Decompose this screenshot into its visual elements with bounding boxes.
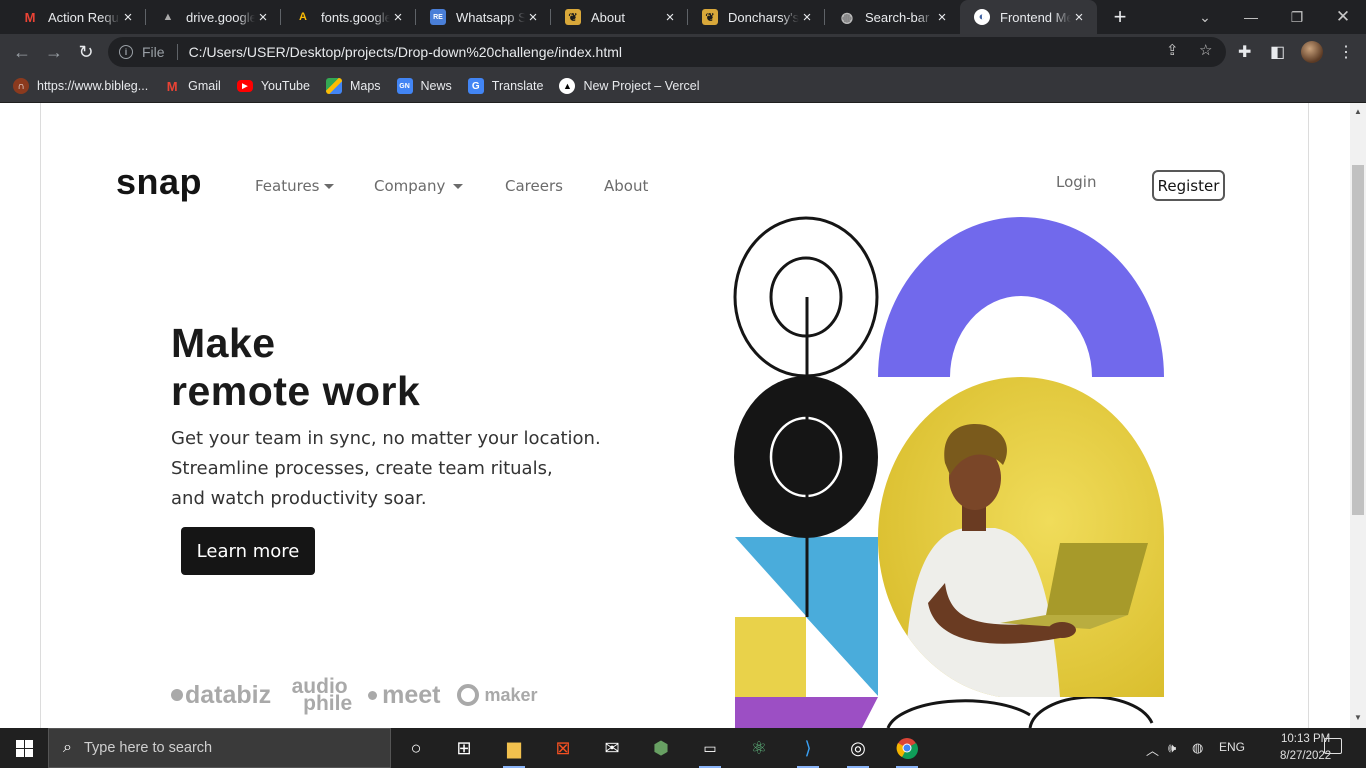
file-explorer-icon[interactable]: ▆ <box>499 734 529 768</box>
obs-icon[interactable]: ◎ <box>843 734 873 768</box>
site-icon: ❦ <box>702 9 718 25</box>
start-button[interactable] <box>0 728 48 768</box>
page-scrollbar[interactable]: ▲ ▼ <box>1350 103 1366 728</box>
translate-icon: G <box>467 78 484 94</box>
close-icon[interactable]: × <box>255 9 271 26</box>
bookmarks-bar: ∩ https://www.bibleg... M Gmail ▶ YouTub… <box>0 70 1366 103</box>
store-icon[interactable]: ⊠ <box>548 734 578 762</box>
forward-arrow-icon[interactable]: → <box>42 40 66 64</box>
close-icon[interactable]: × <box>120 9 136 26</box>
bookmark-gmail[interactable]: M Gmail <box>164 78 221 94</box>
tab-search-bar[interactable]: ◍ Search-bar × <box>825 0 960 34</box>
notification-icon[interactable] <box>1324 738 1342 754</box>
close-icon[interactable]: × <box>799 9 815 26</box>
info-icon[interactable]: i <box>119 45 133 59</box>
gmail-icon: M <box>166 78 178 94</box>
person-photo <box>878 377 1164 697</box>
nodejs-icon[interactable]: ⬢ <box>646 734 676 762</box>
vercel-icon: ▲ <box>559 78 576 94</box>
bookmark-maps[interactable]: Maps <box>325 78 381 94</box>
bookmark-star-icon[interactable]: ☆ <box>1199 41 1212 59</box>
tab-fonts[interactable]: A fonts.google.c × <box>281 0 416 34</box>
youtube-icon: ▶ <box>236 80 253 92</box>
site-icon: ❦ <box>565 9 581 25</box>
close-window-button[interactable]: ✕ <box>1320 0 1366 34</box>
new-tab-button[interactable]: + <box>1108 4 1132 30</box>
close-icon[interactable]: × <box>1071 9 1087 26</box>
bottom-arc-shape <box>886 699 1031 728</box>
tab-action-required[interactable]: M Action Requir × <box>8 0 146 34</box>
tab-doncharsy[interactable]: ❦ Doncharsy's S × <box>688 0 825 34</box>
chrome-icon[interactable] <box>892 734 922 768</box>
volume-icon[interactable]: 🕪 <box>1168 740 1176 756</box>
hero-illustration <box>733 216 1164 728</box>
bookmark-youtube[interactable]: ▶ YouTube <box>236 79 310 93</box>
vscode-icon[interactable]: ⟩ <box>793 734 823 768</box>
share-icon[interactable]: ⇪ <box>1166 41 1179 59</box>
news-icon: GN <box>396 78 413 94</box>
bookmark-vercel[interactable]: ▲ New Project – Vercel <box>559 78 699 94</box>
url-text[interactable]: C:/Users/USER/Desktop/projects/Drop-down… <box>189 44 622 60</box>
close-icon[interactable]: × <box>934 9 950 26</box>
mail-icon[interactable]: ✉ <box>597 734 627 762</box>
tray-overflow-icon[interactable]: ︿ <box>1146 740 1159 759</box>
scroll-up-icon[interactable]: ▲ <box>1354 107 1362 116</box>
windows-logo-icon <box>15 739 33 757</box>
page-viewport: snap Features Company Careers About Logi… <box>0 103 1350 728</box>
cortana-icon[interactable]: ○ <box>401 734 431 762</box>
purple-arch-shape <box>878 217 1164 377</box>
maps-icon <box>325 78 342 94</box>
profile-avatar[interactable] <box>1301 41 1323 63</box>
bookmark-biblegateway[interactable]: ∩ https://www.bibleg... <box>13 78 148 94</box>
bottom-arc-shape <box>1028 695 1154 728</box>
taskbar-search-box[interactable]: ⌕ Type here to search <box>48 728 391 768</box>
close-icon[interactable]: × <box>662 9 678 26</box>
frontend-mentor-icon: ◐ <box>974 9 990 25</box>
atom-icon[interactable]: ⚛ <box>744 734 774 762</box>
tab-about[interactable]: ❦ About × <box>551 0 688 34</box>
svgrepo-icon: RE <box>430 9 446 25</box>
globe-icon: ◍ <box>840 8 854 25</box>
tab-frontend-mentor[interactable]: ◐ Frontend Men × <box>960 0 1097 34</box>
google-fonts-icon: A <box>299 11 307 23</box>
drive-icon: ▲ <box>162 11 174 23</box>
reload-icon[interactable]: ↻ <box>74 40 98 64</box>
close-icon[interactable]: × <box>390 9 406 26</box>
bookmark-translate[interactable]: G Translate <box>467 78 543 94</box>
extensions-icon[interactable]: ✚ <box>1238 42 1251 62</box>
scheme-label: File <box>142 44 165 60</box>
task-view-icon[interactable]: ⊞ <box>449 734 479 762</box>
restore-button[interactable]: ❐ <box>1274 0 1320 34</box>
biblegateway-icon: ∩ <box>13 78 29 94</box>
network-icon[interactable]: ◍ <box>1192 740 1203 756</box>
back-arrow-icon[interactable]: ← <box>10 40 34 64</box>
browser-toolbar: ← → ↻ i File C:/Users/USER/Desktop/proje… <box>0 34 1366 70</box>
tab-search-icon[interactable]: ⌄ <box>1182 0 1228 34</box>
violet-bar-shape <box>735 697 878 728</box>
search-icon: ⌕ <box>63 739 72 756</box>
tab-drive[interactable]: ▲ drive.google.c × <box>146 0 281 34</box>
address-bar[interactable]: i File C:/Users/USER/Desktop/projects/Dr… <box>108 37 1226 67</box>
terminal-icon[interactable]: ▭ <box>695 734 725 768</box>
browser-tab-strip: M Action Requir × ▲ drive.google.c × A f… <box>0 0 1366 34</box>
close-icon[interactable]: × <box>525 9 541 26</box>
scrollbar-thumb[interactable] <box>1352 165 1364 515</box>
scroll-down-icon[interactable]: ▼ <box>1354 713 1362 722</box>
gmail-icon: M <box>24 9 36 25</box>
side-panel-icon[interactable]: ◧ <box>1270 42 1285 62</box>
bookmark-news[interactable]: GN News <box>396 78 452 94</box>
yellow-square-shape <box>735 617 806 697</box>
windows-taskbar: ⌕ Type here to search ○ ⊞ ▆ ⊠ ✉ ⬢ ▭ ⚛ ⟩ … <box>0 728 1366 768</box>
tab-whatsapp-svg[interactable]: RE Whatsapp SVG × <box>416 0 551 34</box>
menu-icon[interactable]: ⋮ <box>1338 42 1354 62</box>
minimize-button[interactable]: — <box>1228 0 1274 34</box>
language-indicator[interactable]: ENG <box>1219 740 1245 754</box>
